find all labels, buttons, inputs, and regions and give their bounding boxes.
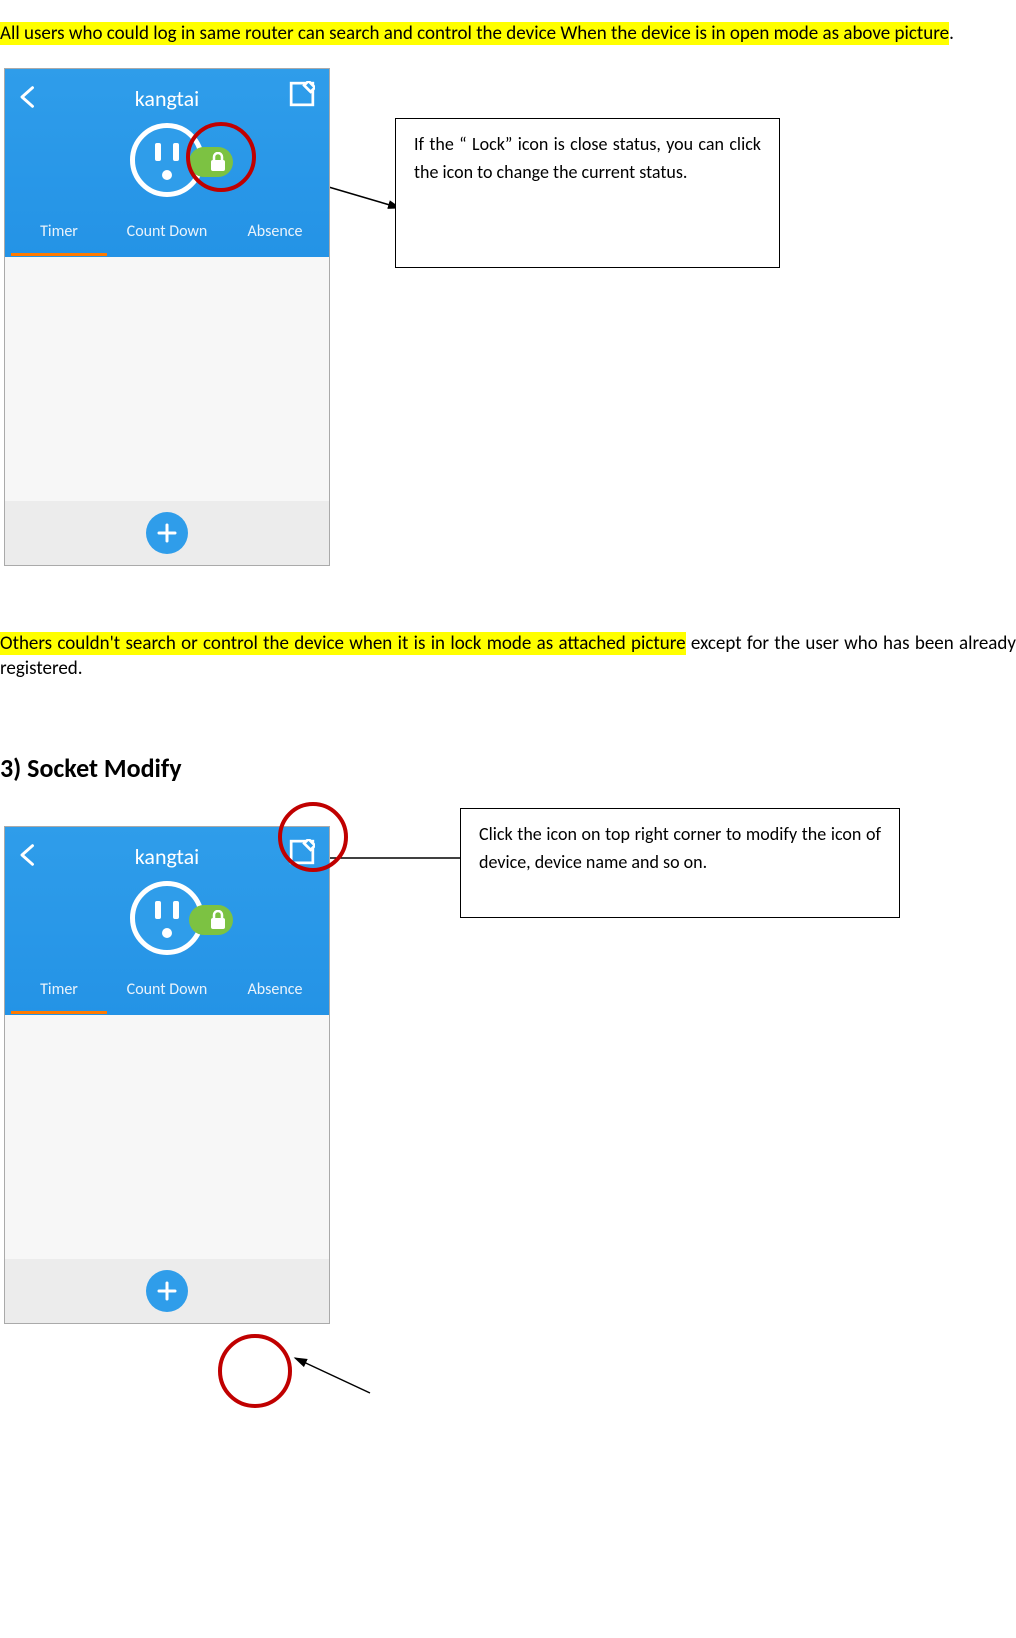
callout-lock-text: If the “ Lock” icon is close status, you… [414,133,761,183]
phone-body-empty [5,257,329,501]
arrow-bottom [290,1348,380,1398]
intro-line-1-highlight: All users who could log in same router c… [0,22,949,45]
add-button[interactable] [146,1270,188,1312]
intro-line-2: Others couldn't search or control the de… [0,627,1016,682]
tab-countdown[interactable]: Count Down [113,972,221,1012]
edit-icon[interactable] [289,839,315,865]
add-button[interactable] [146,512,188,554]
phone-footer [5,1259,329,1323]
device-title: kangtai [5,843,329,870]
tabs: Timer Count Down Absence [5,972,329,1015]
lock-toggle[interactable] [189,147,233,177]
phone-footer [5,501,329,565]
tab-absence[interactable]: Absence [221,214,329,254]
lock-toggle[interactable] [189,905,233,935]
figure-modify: kangtai Timer Count Down Ab [0,808,1016,1638]
tab-absence[interactable]: Absence [221,972,329,1012]
tab-timer[interactable]: Timer [5,214,113,254]
device-plug-icon[interactable] [5,123,329,202]
device-plug-icon[interactable] [5,881,329,960]
lock-icon [209,910,227,930]
intro-line-1-tail: . [949,22,954,45]
tabs: Timer Count Down Absence [5,214,329,257]
tab-countdown[interactable]: Count Down [113,214,221,254]
plus-icon [156,522,178,544]
lock-icon [209,152,227,172]
intro-line-2-highlight: Others couldn't search or control the de… [0,632,686,655]
phone-screenshot-1: kangtai Timer Count Down Ab [4,68,330,566]
figure-lock: kangtai Timer Count Down Ab [0,68,1016,608]
callout-modify: Click the icon on top right corner to mo… [460,808,900,918]
section-heading: 3) Socket Modify [0,752,1016,784]
callout-lock: If the “ Lock” icon is close status, you… [395,118,780,268]
intro-line-1: All users who could log in same router c… [0,19,1016,49]
edit-icon[interactable] [289,81,315,107]
phone-screenshot-2: kangtai Timer Count Down Ab [4,826,330,1324]
annotation-circle-bottom [218,1334,292,1408]
device-title: kangtai [5,85,329,112]
phone-header: kangtai Timer Count Down Ab [5,69,329,257]
callout-modify-text: Click the icon on top right corner to mo… [479,823,881,873]
phone-body-empty [5,1015,329,1259]
phone-header: kangtai Timer Count Down Ab [5,827,329,1015]
plus-icon [156,1280,178,1302]
tab-timer[interactable]: Timer [5,972,113,1012]
